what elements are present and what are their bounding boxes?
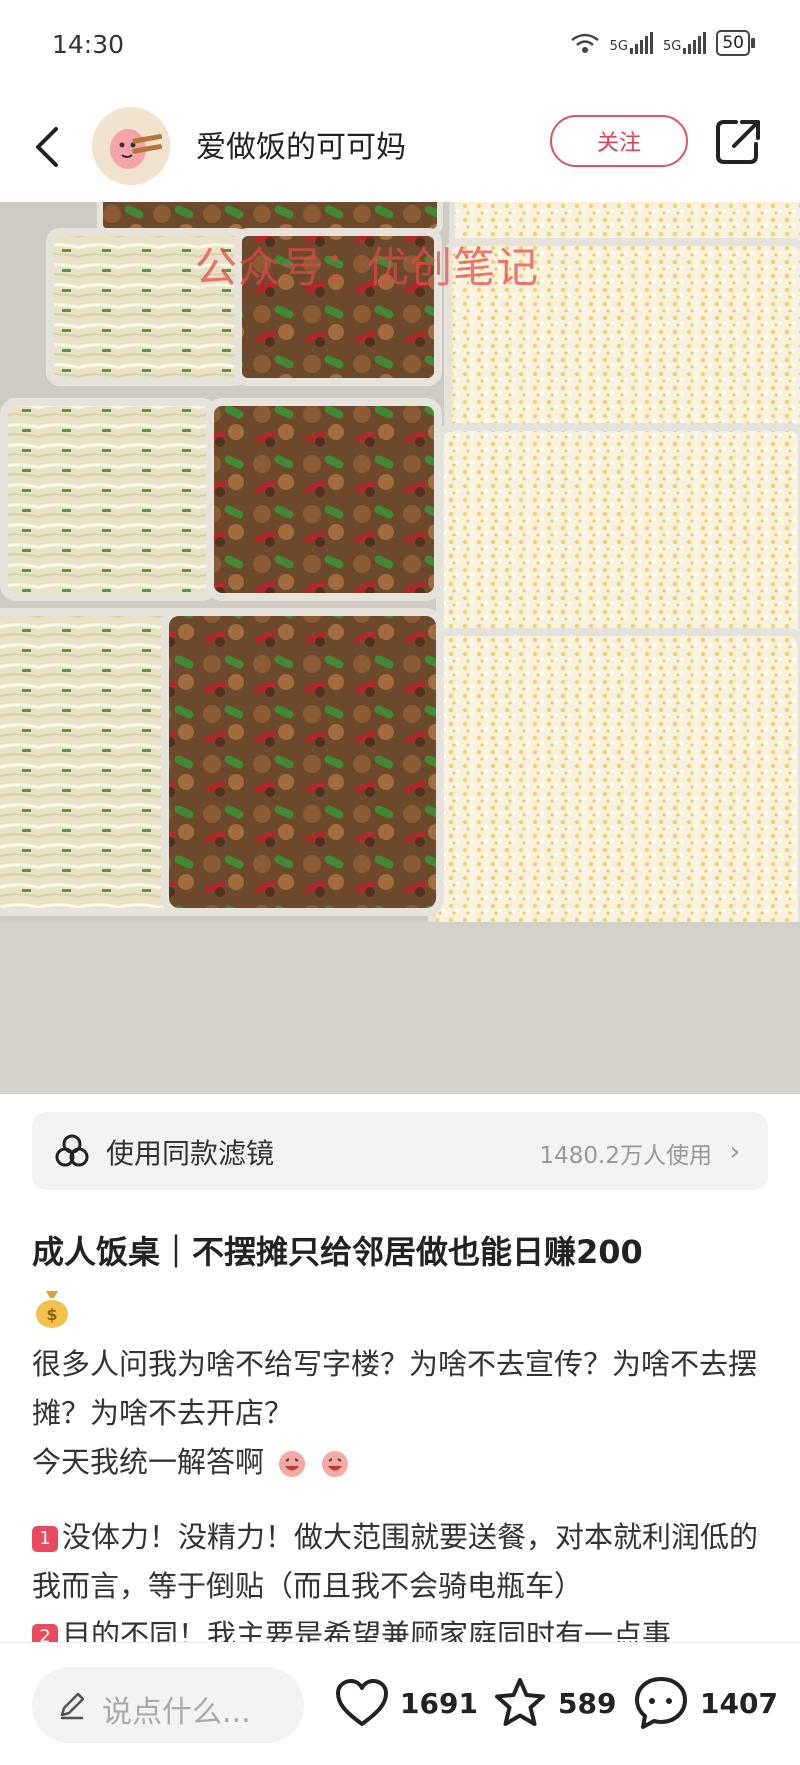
body-intro-2-text: 今天我统一解答啊 [32, 1445, 265, 1479]
filter-usage-count: 1480.2万人使用 [539, 1143, 712, 1169]
comment-bubble-icon [635, 1677, 687, 1729]
status-icons: 5G 5G 50 [570, 30, 755, 56]
wifi-icon [570, 33, 599, 53]
chevron-right-icon: › [729, 1137, 740, 1167]
laughing-emoji-icon [279, 1451, 306, 1477]
comment-input[interactable]: 说点什么... [32, 1667, 304, 1743]
photo-watermark: 公众号：优创笔记 [195, 243, 540, 292]
post-title: 成人饭桌｜不摆摊只给邻居做也能日赚200 $ [32, 1225, 772, 1333]
money-bag-icon: $ [36, 1291, 68, 1328]
like-count: 1691 [400, 1686, 478, 1720]
follow-button[interactable]: 关注 [550, 115, 688, 167]
meal-boxes-image [0, 202, 800, 1094]
network-type-label: 5G [663, 39, 682, 54]
body-intro-2: 今天我统一解答啊 [32, 1438, 776, 1487]
favorite-count: 589 [558, 1686, 617, 1720]
network-type-label: 5G [609, 39, 628, 54]
post-photo[interactable]: 公众号：优创笔记 [0, 202, 800, 1094]
comment-button[interactable]: 1407 [632, 1671, 778, 1735]
filter-icon [55, 1134, 89, 1167]
battery-indicator: 50 [716, 30, 755, 56]
share-button[interactable] [712, 114, 762, 170]
body-intro-1: 很多人问我为啥不给写字楼？为啥不去宣传？为啥不去摆摊？为啥不去开店？ [32, 1347, 758, 1430]
heart-icon [336, 1679, 388, 1726]
avatar-illustration [92, 107, 170, 185]
body-point-1: 1 没体力！没精力！做大范围就要送餐，对本就利润低的我而言，等于倒贴（而且我不会骑… [32, 1513, 776, 1611]
signal-icon [630, 32, 653, 54]
author-name[interactable]: 爱做饭的可可妈 [196, 122, 406, 166]
filter-label: 使用同款滤镜 [106, 1137, 275, 1170]
status-time: 14:30 [52, 30, 125, 59]
signal-indicator-1: 5G [610, 32, 653, 54]
number-1-badge: 1 [32, 1526, 58, 1552]
back-button[interactable] [26, 117, 70, 177]
share-icon [716, 120, 760, 164]
laughing-emoji-icon [322, 1451, 349, 1477]
comment-placeholder: 说点什么... [102, 1695, 251, 1730]
pen-icon [60, 1692, 85, 1720]
signal-icon [683, 32, 707, 54]
chevron-left-icon [36, 127, 58, 167]
post-title-text: 成人饭桌｜不摆摊只给邻居做也能日赚200 [32, 1233, 643, 1271]
post-body: 很多人问我为啥不给写字楼？为啥不去宣传？为啥不去摆摊？为啥不去开店？ 今天我统一… [32, 1340, 776, 1660]
status-bar: 14:30 5G 5G 50 [0, 0, 800, 92]
comment-count: 1407 [700, 1686, 778, 1720]
body-point-1-text: 没体力！没精力！做大范围就要送餐，对本就利润低的我而言，等于倒贴（而且我不会骑电… [32, 1520, 759, 1603]
author-avatar[interactable] [92, 107, 170, 185]
bottom-action-bar: 说点什么... 1691 589 1407 [0, 1642, 800, 1765]
like-button[interactable]: 1691 [334, 1671, 478, 1735]
same-filter-bar[interactable]: 使用同款滤镜 1480.2万人使用 › [32, 1112, 768, 1190]
svg-text:$: $ [46, 1305, 57, 1324]
star-icon [495, 1678, 545, 1726]
favorite-button[interactable]: 589 [492, 1671, 616, 1735]
signal-indicator-2: 5G [663, 32, 707, 54]
post-header: 爱做饭的可可妈 关注 [0, 92, 800, 202]
